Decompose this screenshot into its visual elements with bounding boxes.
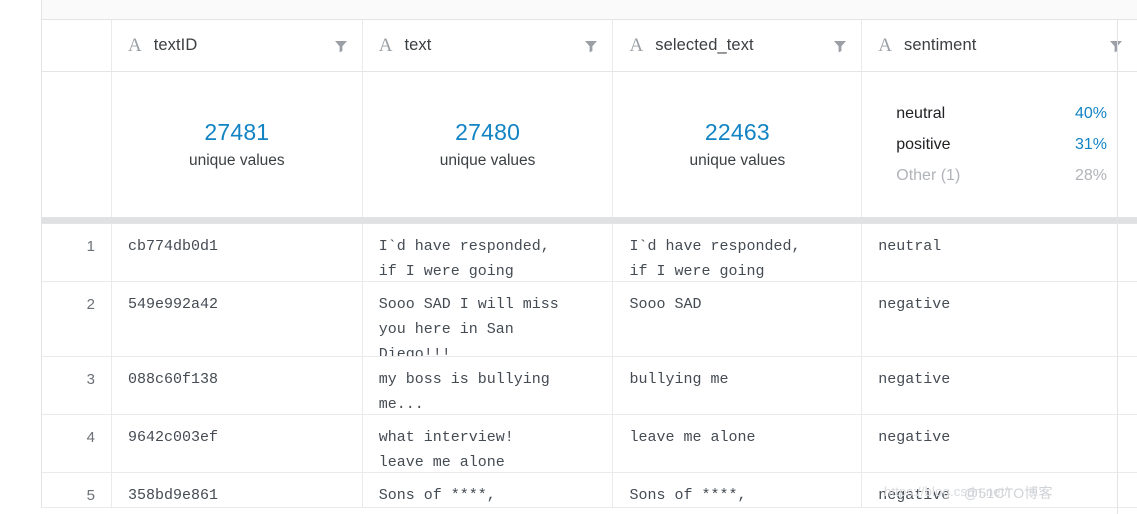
unique-value-label: unique values [689,152,786,170]
filter-icon[interactable] [1109,39,1123,53]
table-row[interactable]: 3 088c60f138 my boss is bullying me... b… [42,357,1137,415]
summary-selected-text: 22463 unique values [613,72,863,217]
cell-textid: 549e992a42 [112,282,363,356]
summary-text: 27480 unique values [363,72,614,217]
cell-sentiment: neutral [878,238,942,255]
column-header-selected-text[interactable]: A selected_text [613,20,863,71]
cell-text: I`d have responded, if I were going [363,224,614,281]
summary-data-separator [42,217,1137,224]
distribution-percent: 31% [1074,135,1107,153]
column-summary-row: 27481 unique values 27480 unique values … [42,72,1137,217]
distribution-item: positive 31% [896,129,1107,160]
unique-value-count: 22463 [704,118,770,145]
text-type-icon: A [878,35,892,56]
table-row[interactable]: 2 549e992a42 Sooo SAD I will miss you he… [42,282,1137,357]
dataset-table: A textID A text A selected_text A sentim… [41,20,1137,508]
unique-value-label: unique values [189,152,285,170]
distribution-label: Other (1) [896,167,961,185]
cell-sentiment: negative [878,296,951,313]
column-header-label: sentiment [903,36,977,54]
distribution-percent: 40% [1074,104,1107,122]
column-header-textid[interactable]: A textID [112,20,363,71]
table-row[interactable]: 4 9642c003ef what interview! leave me al… [42,415,1137,473]
header-row-number [42,20,112,71]
distribution-item: neutral 40% [896,98,1107,129]
filter-icon[interactable] [833,39,847,53]
cell-text: Sooo SAD I will miss you here in San Die… [363,282,614,356]
unique-value-count: 27480 [455,118,521,145]
cell-selected-text: I`d have responded, if I were going [613,224,863,281]
cell-textid: cb774db0d1 [112,224,363,281]
row-index: 5 [42,473,112,507]
column-header-label: textID [153,36,198,54]
cell-text: my boss is bullying me... [363,357,614,414]
distribution-item-other: Other (1) 28% [896,160,1107,191]
cell-textid: 9642c003ef [112,415,363,472]
cell-selected-text: bullying me [613,357,863,414]
cell-textid: 088c60f138 [112,357,363,414]
cell-selected-text: leave me alone [613,415,863,472]
cell-text: what interview! leave me alone [363,415,614,472]
filter-icon[interactable] [584,39,598,53]
column-header-sentiment[interactable]: A sentiment [862,20,1137,71]
cell-sentiment: negative [878,371,951,388]
summary-sentiment: neutral 40% positive 31% Other (1) 28% [862,72,1137,217]
table-top-edge [41,0,1137,20]
table-right-edge [1117,20,1118,514]
cell-selected-text: Sooo SAD [613,282,863,356]
column-header-label: text [404,36,432,54]
distribution-label: positive [896,135,951,153]
unique-value-label: unique values [439,152,536,170]
column-header-label: selected_text [655,36,754,54]
text-type-icon: A [127,35,142,56]
cell-text: Sons of ****, [363,473,614,507]
cell-textid: 358bd9e861 [112,473,363,507]
cell-sentiment: negative [878,487,951,504]
row-index: 2 [42,282,112,356]
distribution-label: neutral [896,104,946,122]
sentiment-distribution: neutral 40% positive 31% Other (1) 28% [878,98,1121,192]
summary-textid: 27481 unique values [112,72,363,217]
text-type-icon: A [378,35,393,56]
column-header-text[interactable]: A text [363,20,614,71]
row-index: 3 [42,357,112,414]
cell-selected-text: Sons of ****, [613,473,863,507]
row-index: 1 [42,224,112,281]
row-index: 4 [42,415,112,472]
filter-icon[interactable] [334,39,348,53]
distribution-percent: 28% [1074,167,1107,185]
summary-row-number [42,72,112,217]
table-header-row: A textID A text A selected_text A sentim… [42,20,1137,72]
table-row[interactable]: 1 cb774db0d1 I`d have responded, if I we… [42,224,1137,282]
cell-sentiment: negative [878,429,951,446]
table-row[interactable]: 5 358bd9e861 Sons of ****, Sons of ****,… [42,473,1137,508]
text-type-icon: A [629,35,644,56]
unique-value-count: 27481 [204,118,270,145]
dataset-preview-viewport: A textID A text A selected_text A sentim… [0,0,1137,514]
